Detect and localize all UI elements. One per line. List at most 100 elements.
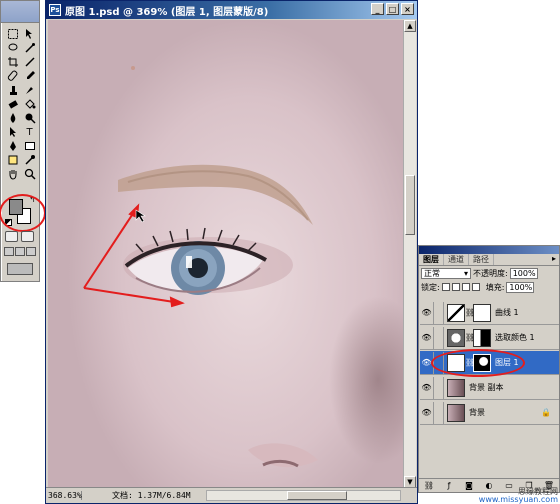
layer-row[interactable]: 👁 背景 副本 [420, 376, 559, 400]
standard-screen-mode-button[interactable] [4, 247, 14, 256]
nose-tip [248, 443, 318, 468]
standard-mode-button[interactable] [5, 231, 18, 242]
selective-color-adjustment-icon [447, 328, 465, 347]
panel-tabs: 图层 通道 路径 ▸ [419, 254, 559, 266]
vertical-scrollbar[interactable]: ▲ ▼ [403, 20, 416, 488]
opacity-input[interactable]: 100% [509, 267, 538, 279]
lasso-tool-icon[interactable] [4, 41, 21, 55]
pen-tool-icon[interactable] [4, 139, 21, 153]
foreground-color-swatch[interactable] [9, 199, 23, 215]
clone-stamp-tool-icon[interactable] [4, 83, 21, 97]
layer-thumbnail[interactable] [447, 403, 465, 422]
notes-tool-icon[interactable] [4, 153, 21, 167]
blur-tool-icon[interactable] [4, 111, 21, 125]
tab-channels[interactable]: 通道 [444, 254, 469, 265]
jump-to-imageready-button[interactable] [7, 263, 33, 275]
toolbox-header [1, 1, 39, 23]
fill-input[interactable]: 100% [506, 281, 535, 293]
move-tool-icon[interactable] [21, 27, 38, 41]
scroll-up-arrow[interactable]: ▲ [404, 20, 416, 32]
dodge-tool-icon[interactable] [21, 111, 38, 125]
path-selection-tool-icon[interactable] [4, 125, 21, 139]
eye-icon[interactable]: 👁 [420, 376, 434, 399]
eye-icon[interactable]: 👁 [420, 301, 434, 324]
blend-mode-value: 正常 [424, 268, 440, 278]
link-layers-icon[interactable]: ⛓ [424, 481, 435, 491]
link-icon[interactable]: ⛓ [465, 308, 475, 317]
lock-position-checkbox[interactable] [461, 283, 470, 291]
lock-fill-row: 锁定: 填充: 100% [419, 280, 559, 294]
watermark-line2: www.missyuan.com [478, 495, 558, 504]
blend-mode-select[interactable]: 正常 ▾ [421, 267, 471, 279]
history-brush-tool-icon[interactable] [21, 83, 38, 97]
eyedropper-tool-icon[interactable] [21, 153, 38, 167]
link-icon[interactable]: ⛓ [465, 333, 475, 342]
minimize-button[interactable]: _ [371, 3, 384, 15]
canvas-photo [83, 66, 318, 468]
horizontal-scroll-thumb[interactable] [287, 491, 347, 500]
eye-icon[interactable]: 👁 [420, 326, 434, 349]
mask-mode-controls [5, 231, 34, 242]
crop-tool-icon[interactable] [4, 55, 21, 69]
panel-menu-icon[interactable]: ▸ [552, 254, 559, 265]
zoom-tool-icon[interactable] [21, 167, 38, 181]
full-screen-menu-mode-button[interactable] [15, 247, 25, 256]
eye-icon[interactable]: 👁 [420, 401, 434, 424]
layers-panel: 图层 通道 路径 ▸ 正常 ▾ 不透明度: 100% 锁定: 填充: 100% 👁… [418, 245, 560, 493]
paint-bucket-tool-icon[interactable] [21, 97, 38, 111]
document-titlebar[interactable]: Ps 原图 1.psd @ 369% (图层 1, 图层蒙版/8) _ □ × [46, 1, 417, 19]
lock-pixels-checkbox[interactable] [451, 283, 460, 291]
lock-all-checkbox[interactable] [471, 283, 480, 291]
window-buttons: _ □ × [371, 3, 414, 15]
layer-name: 曲线 1 [495, 308, 519, 317]
quick-mask-mode-button[interactable] [21, 231, 34, 242]
layer-row[interactable]: 👁 ⛓ 曲线 1 [420, 301, 559, 325]
image-canvas[interactable] [48, 20, 404, 488]
tool-grid: T [4, 27, 38, 181]
hand-tool-icon[interactable] [4, 167, 21, 181]
document-size-info[interactable]: 文档: 1.37M/6.84M [82, 490, 191, 501]
tab-paths[interactable]: 路径 [469, 254, 494, 265]
document-statusbar: 368.63% 文档: 1.37M/6.84M [46, 487, 417, 503]
zoom-level[interactable]: 368.63% [46, 491, 82, 500]
watermark: 思缘教程网 www.missyuan.com [479, 488, 558, 504]
layer-mask-thumbnail[interactable] [473, 328, 491, 347]
layer-row[interactable]: 👁 背景 🔒 [420, 401, 559, 425]
full-screen-mode-button[interactable] [26, 247, 36, 256]
chevron-down-icon: ▾ [463, 268, 468, 278]
eraser-tool-icon[interactable] [4, 97, 21, 111]
document-title: 原图 1.psd @ 369% (图层 1, 图层蒙版/8) [65, 6, 269, 18]
horizontal-scrollbar[interactable] [206, 490, 401, 501]
layer-mask-thumbnail[interactable] [473, 303, 491, 322]
slice-tool-icon[interactable] [21, 55, 38, 69]
opacity-label: 不透明度: [473, 268, 508, 278]
close-button[interactable]: × [401, 3, 414, 15]
fill-label: 填充: [485, 282, 505, 292]
tab-layers[interactable]: 图层 [419, 254, 444, 265]
blend-opacity-row: 正常 ▾ 不透明度: 100% [419, 266, 559, 280]
layer-style-icon[interactable]: ƒ [444, 481, 455, 491]
mouse-cursor [135, 209, 146, 223]
add-mask-icon[interactable]: ◙ [464, 481, 475, 491]
layer-name: 背景 [469, 408, 485, 417]
marquee-tool-icon[interactable] [4, 27, 21, 41]
layer-thumbnail[interactable] [447, 378, 465, 397]
annotation-circle-layer [431, 349, 525, 377]
curves-adjustment-icon [447, 303, 465, 322]
layer-name: 背景 副本 [469, 383, 504, 392]
lock-transparency-checkbox[interactable] [441, 283, 450, 291]
vertical-scroll-thumb[interactable] [405, 175, 415, 235]
magic-wand-tool-icon[interactable] [21, 41, 38, 55]
lock-icon: 🔒 [541, 408, 551, 417]
photoshop-document-icon: Ps [49, 4, 61, 16]
layer-row[interactable]: 👁 ⛓ 选取颜色 1 [420, 326, 559, 350]
lock-label: 锁定: [421, 282, 440, 292]
layer-name: 选取颜色 1 [495, 333, 535, 342]
screen-mode-controls [4, 247, 36, 256]
brush-tool-icon[interactable] [21, 69, 38, 83]
healing-brush-tool-icon[interactable] [4, 69, 21, 83]
layers-panel-titlebar[interactable] [419, 246, 559, 254]
rectangle-tool-icon[interactable] [21, 139, 38, 153]
type-tool-icon[interactable]: T [21, 125, 38, 139]
maximize-button[interactable]: □ [386, 3, 399, 15]
